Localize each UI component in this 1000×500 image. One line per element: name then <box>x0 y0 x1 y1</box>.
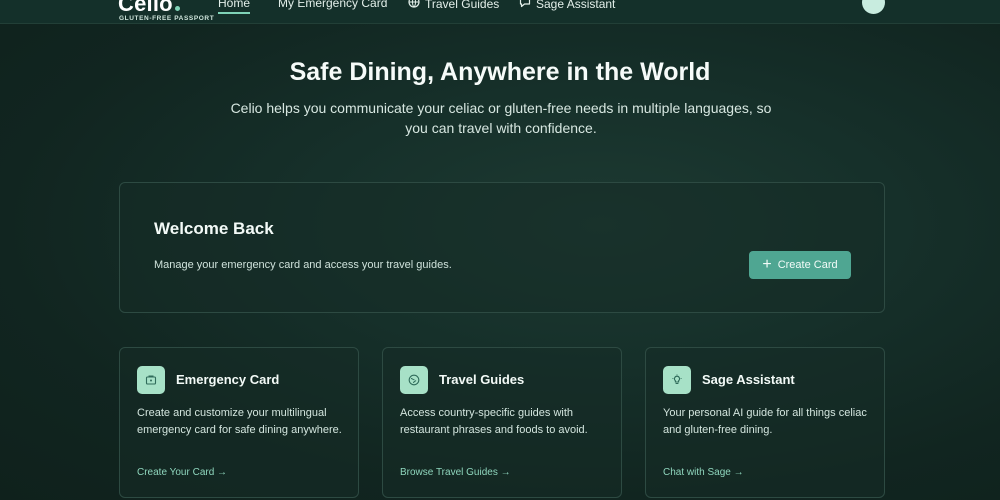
page-subtitle: Celio helps you communicate your celiac … <box>230 100 772 136</box>
feature-card-emergency-card[interactable]: Emergency Card Create and customize your… <box>119 347 359 498</box>
brand-tagline: GLUTEN-FREE PASSPORT <box>119 15 215 22</box>
browse-travel-guides-link[interactable]: Browse Travel Guides → <box>400 467 511 478</box>
brand-logo[interactable]: Celio GLUTEN-FREE PASSPORT <box>118 0 214 22</box>
nav-item-emergency-card[interactable]: My Emergency Card <box>278 0 387 10</box>
feature-card-description: Your personal AI guide for all things ce… <box>663 407 867 436</box>
feature-card-travel-guides[interactable]: Travel Guides Access country-specific gu… <box>382 347 622 498</box>
brand-dot <box>174 6 180 11</box>
feature-card-title: Travel Guides <box>439 372 525 387</box>
avatar[interactable] <box>862 0 885 14</box>
feature-card-sage-assistant[interactable]: Sage Assistant Your personal AI guide fo… <box>645 347 885 498</box>
nav-item-label: Sage Assistant <box>536 0 616 11</box>
welcome-title: Welcome Back <box>154 219 274 238</box>
plus-icon: + <box>762 256 772 273</box>
feature-card-description: Create and customize your multilingual e… <box>137 407 342 436</box>
feature-card-title: Emergency Card <box>176 372 280 387</box>
welcome-panel: Welcome Back Manage your emergency card … <box>119 182 885 313</box>
globe-icon <box>408 0 420 11</box>
nav-item-label: Home <box>218 0 251 10</box>
top-navigation-bar: Celio GLUTEN-FREE PASSPORT Home My Emerg… <box>0 0 1000 24</box>
globe-icon <box>400 366 428 394</box>
create-your-card-link[interactable]: Create Your Card → <box>137 467 227 478</box>
nav-item-sage-assistant[interactable]: Sage Assistant <box>519 0 615 11</box>
lightbulb-icon <box>663 366 691 394</box>
chat-icon <box>519 0 531 11</box>
welcome-text: Manage your emergency card and access yo… <box>154 259 452 271</box>
nav-item-label: My Emergency Card <box>278 0 388 10</box>
create-card-button[interactable]: + Create Card <box>749 251 851 279</box>
feature-card-description: Access country-specific guides with rest… <box>400 407 588 436</box>
page-title: Safe Dining, Anywhere in the World <box>289 58 711 86</box>
wallet-icon <box>137 366 165 394</box>
chat-with-sage-link[interactable]: Chat with Sage → <box>663 467 744 478</box>
nav-item-home[interactable]: Home <box>218 0 251 14</box>
nav-item-label: Travel Guides <box>425 0 500 11</box>
create-card-label: Create Card <box>777 259 838 271</box>
feature-card-title: Sage Assistant <box>702 372 795 387</box>
nav-item-travel-guides[interactable]: Travel Guides <box>408 0 499 11</box>
